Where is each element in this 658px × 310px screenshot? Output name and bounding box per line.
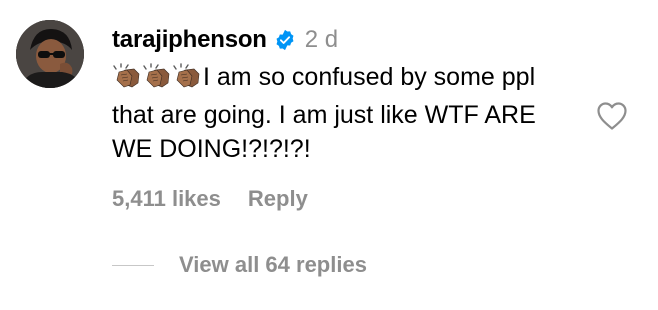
like-button[interactable] xyxy=(596,101,628,131)
clapping-hands-emoji xyxy=(112,63,142,89)
comment-text: I am so confused by some ppl that are go… xyxy=(112,60,582,166)
view-replies-button[interactable]: View all 64 replies xyxy=(112,252,367,278)
heart-outline-icon xyxy=(597,102,627,130)
replies-divider xyxy=(112,264,154,266)
clapping-hands-emoji xyxy=(172,63,202,89)
clap-emoji-group xyxy=(112,63,202,98)
reply-button[interactable]: Reply xyxy=(248,186,308,212)
comment: tarajiphenson 2 d I am so confused by so… xyxy=(0,0,658,310)
avatar[interactable] xyxy=(16,20,84,88)
clapping-hands-emoji xyxy=(142,63,172,89)
view-replies-label: View all 64 replies xyxy=(179,252,367,277)
timestamp: 2 d xyxy=(304,26,339,53)
likes-count[interactable]: 5,411 likes xyxy=(112,186,221,212)
verified-badge-icon xyxy=(274,29,296,51)
avatar-image xyxy=(16,20,84,88)
comment-header: tarajiphenson 2 d xyxy=(112,25,338,55)
comment-actions: 5,411 likes Reply xyxy=(112,186,308,212)
username[interactable]: tarajiphenson xyxy=(112,26,267,54)
